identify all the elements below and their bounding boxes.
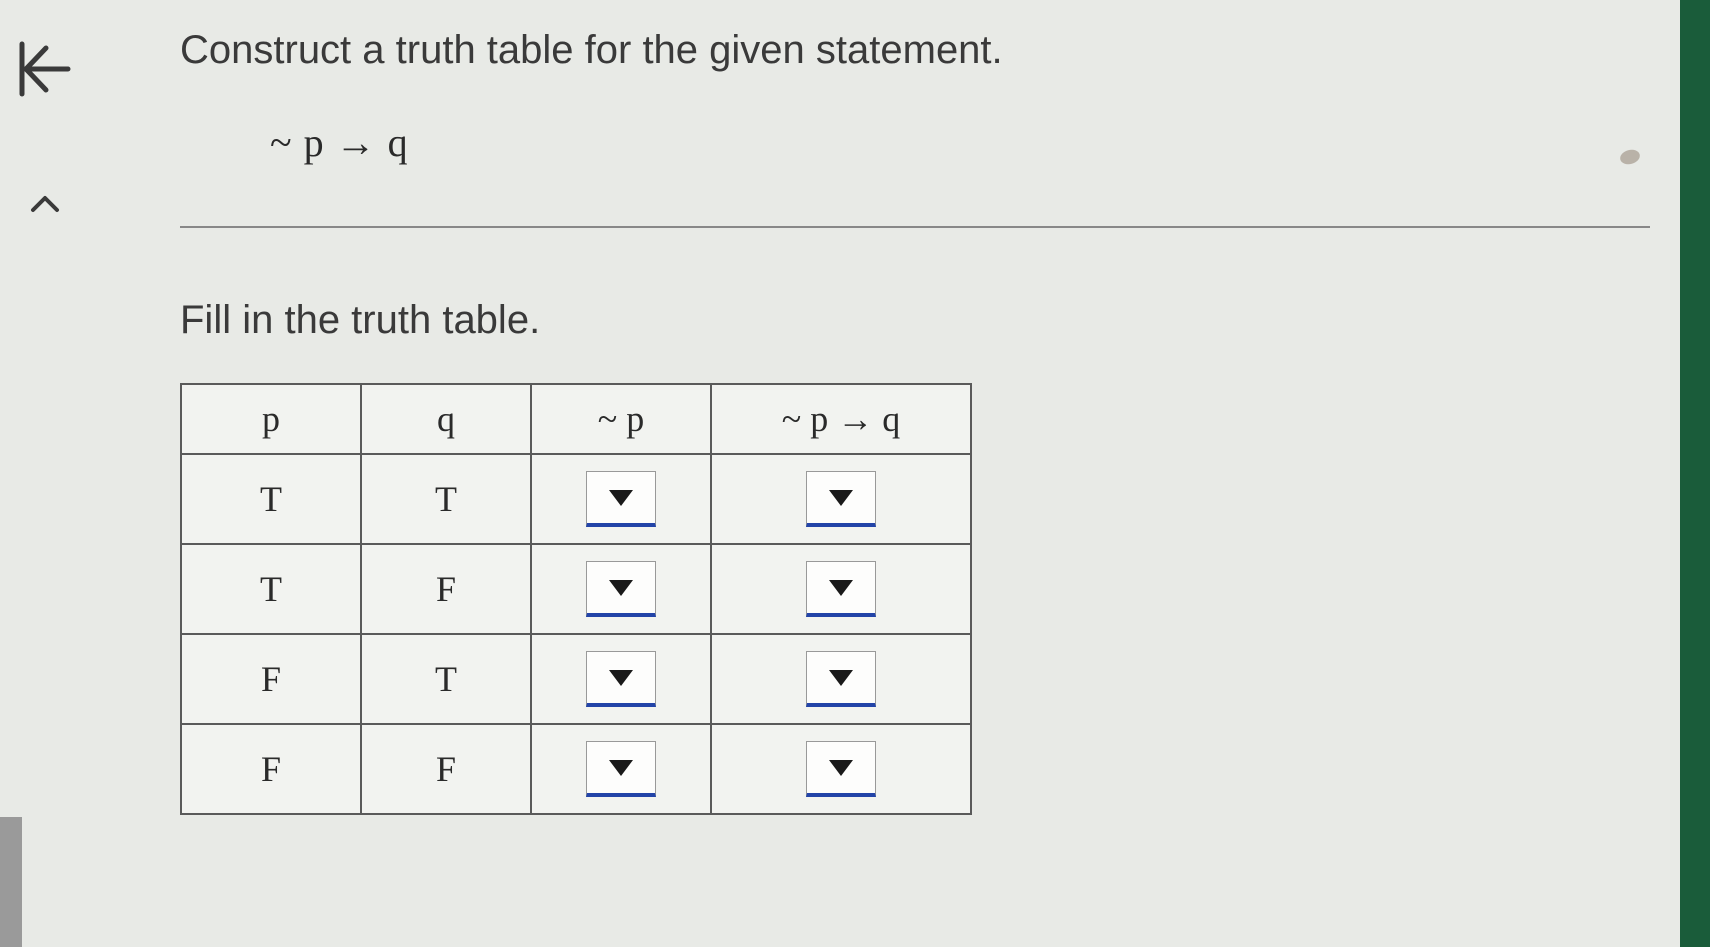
dropdown-result-1[interactable] — [806, 561, 876, 617]
cell-p: F — [181, 634, 361, 724]
chevron-down-icon — [829, 490, 853, 506]
dropdown-not-p-1[interactable] — [586, 561, 656, 617]
table-row: T T — [181, 454, 971, 544]
chevron-down-icon — [829, 670, 853, 686]
header-not-p: ~ p — [531, 384, 711, 454]
cell-p: F — [181, 724, 361, 814]
dropdown-not-p-0[interactable] — [586, 471, 656, 527]
cell-not-p — [531, 724, 711, 814]
cell-p: T — [181, 454, 361, 544]
instruction-text: Construct a truth table for the given st… — [180, 28, 1650, 73]
chevron-up-icon[interactable] — [30, 193, 60, 220]
header-p: p — [181, 384, 361, 454]
table-row: F F — [181, 724, 971, 814]
cell-p: T — [181, 544, 361, 634]
chevron-down-icon — [609, 760, 633, 776]
divider — [180, 226, 1650, 228]
right-edge-decoration — [1680, 0, 1710, 947]
scroll-indicator[interactable] — [0, 817, 22, 947]
cell-result — [711, 544, 971, 634]
cell-q: F — [361, 724, 531, 814]
fill-prompt: Fill in the truth table. — [180, 298, 1650, 343]
dropdown-result-0[interactable] — [806, 471, 876, 527]
cell-result — [711, 454, 971, 544]
dropdown-result-2[interactable] — [806, 651, 876, 707]
dropdown-not-p-2[interactable] — [586, 651, 656, 707]
cell-result — [711, 724, 971, 814]
dropdown-result-3[interactable] — [806, 741, 876, 797]
chevron-down-icon — [609, 490, 633, 506]
truth-table: p q ~ p ~ p → q T T — [180, 383, 972, 815]
table-row: T F — [181, 544, 971, 634]
cell-q: T — [361, 634, 531, 724]
header-q: q — [361, 384, 531, 454]
cell-not-p — [531, 544, 711, 634]
chevron-down-icon — [829, 760, 853, 776]
cell-not-p — [531, 634, 711, 724]
cell-q: T — [361, 454, 531, 544]
chevron-down-icon — [829, 580, 853, 596]
dropdown-not-p-3[interactable] — [586, 741, 656, 797]
cell-result — [711, 634, 971, 724]
table-row: F T — [181, 634, 971, 724]
header-result: ~ p → q — [711, 384, 971, 454]
sidebar — [0, 0, 90, 947]
cell-q: F — [361, 544, 531, 634]
main-content: Construct a truth table for the given st… — [180, 28, 1650, 815]
back-icon[interactable] — [16, 40, 74, 103]
logic-statement: ~ p → q — [270, 119, 1650, 166]
cell-not-p — [531, 454, 711, 544]
chevron-down-icon — [609, 670, 633, 686]
chevron-down-icon — [609, 580, 633, 596]
table-header-row: p q ~ p ~ p → q — [181, 384, 971, 454]
